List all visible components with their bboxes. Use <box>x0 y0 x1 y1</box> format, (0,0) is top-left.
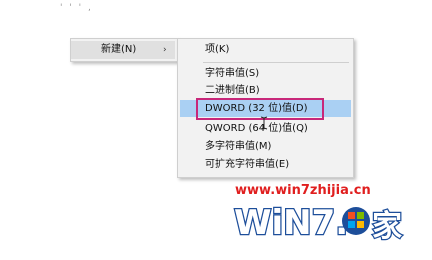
menu-separator <box>203 62 349 63</box>
top-edge-marks: ' ' ' , <box>60 3 93 13</box>
submenu-item-label: 项(K) <box>205 44 230 55</box>
submenu-item-key[interactable]: 项(K) <box>180 41 351 58</box>
submenu-item-string-value[interactable]: 字符串值(S) <box>180 65 351 82</box>
menu-item-new[interactable]: 新建(N) › <box>71 41 175 59</box>
submenu-item-label: 字符串值(S) <box>205 68 260 79</box>
win7-logo-icon: WiN7. 家 <box>233 202 404 244</box>
text-cursor-icon <box>260 116 268 130</box>
submenu-item-label: 多字符串值(M) <box>205 141 272 152</box>
submenu-item-label: QWORD (64 位)值(Q) <box>205 123 308 134</box>
submenu-item-multi-string-value[interactable]: 多字符串值(M) <box>180 138 351 155</box>
watermark-logo-char: 家 <box>372 209 402 244</box>
submenu-item-expandable-string-value[interactable]: 可扩充字符串值(E) <box>180 156 351 173</box>
watermark-url: www.win7zhijia.cn <box>235 183 371 198</box>
submenu-item-label: 二进制值(B) <box>205 85 260 96</box>
context-menu: 新建(N) › <box>70 38 178 62</box>
submenu-item-binary-value[interactable]: 二进制值(B) <box>180 82 351 99</box>
chevron-right-icon: › <box>163 45 167 55</box>
submenu-item-label: 可扩充字符串值(E) <box>205 159 290 170</box>
menu-item-new-label: 新建(N) <box>101 44 137 55</box>
watermark-logo-text: WiN7. <box>234 203 348 243</box>
